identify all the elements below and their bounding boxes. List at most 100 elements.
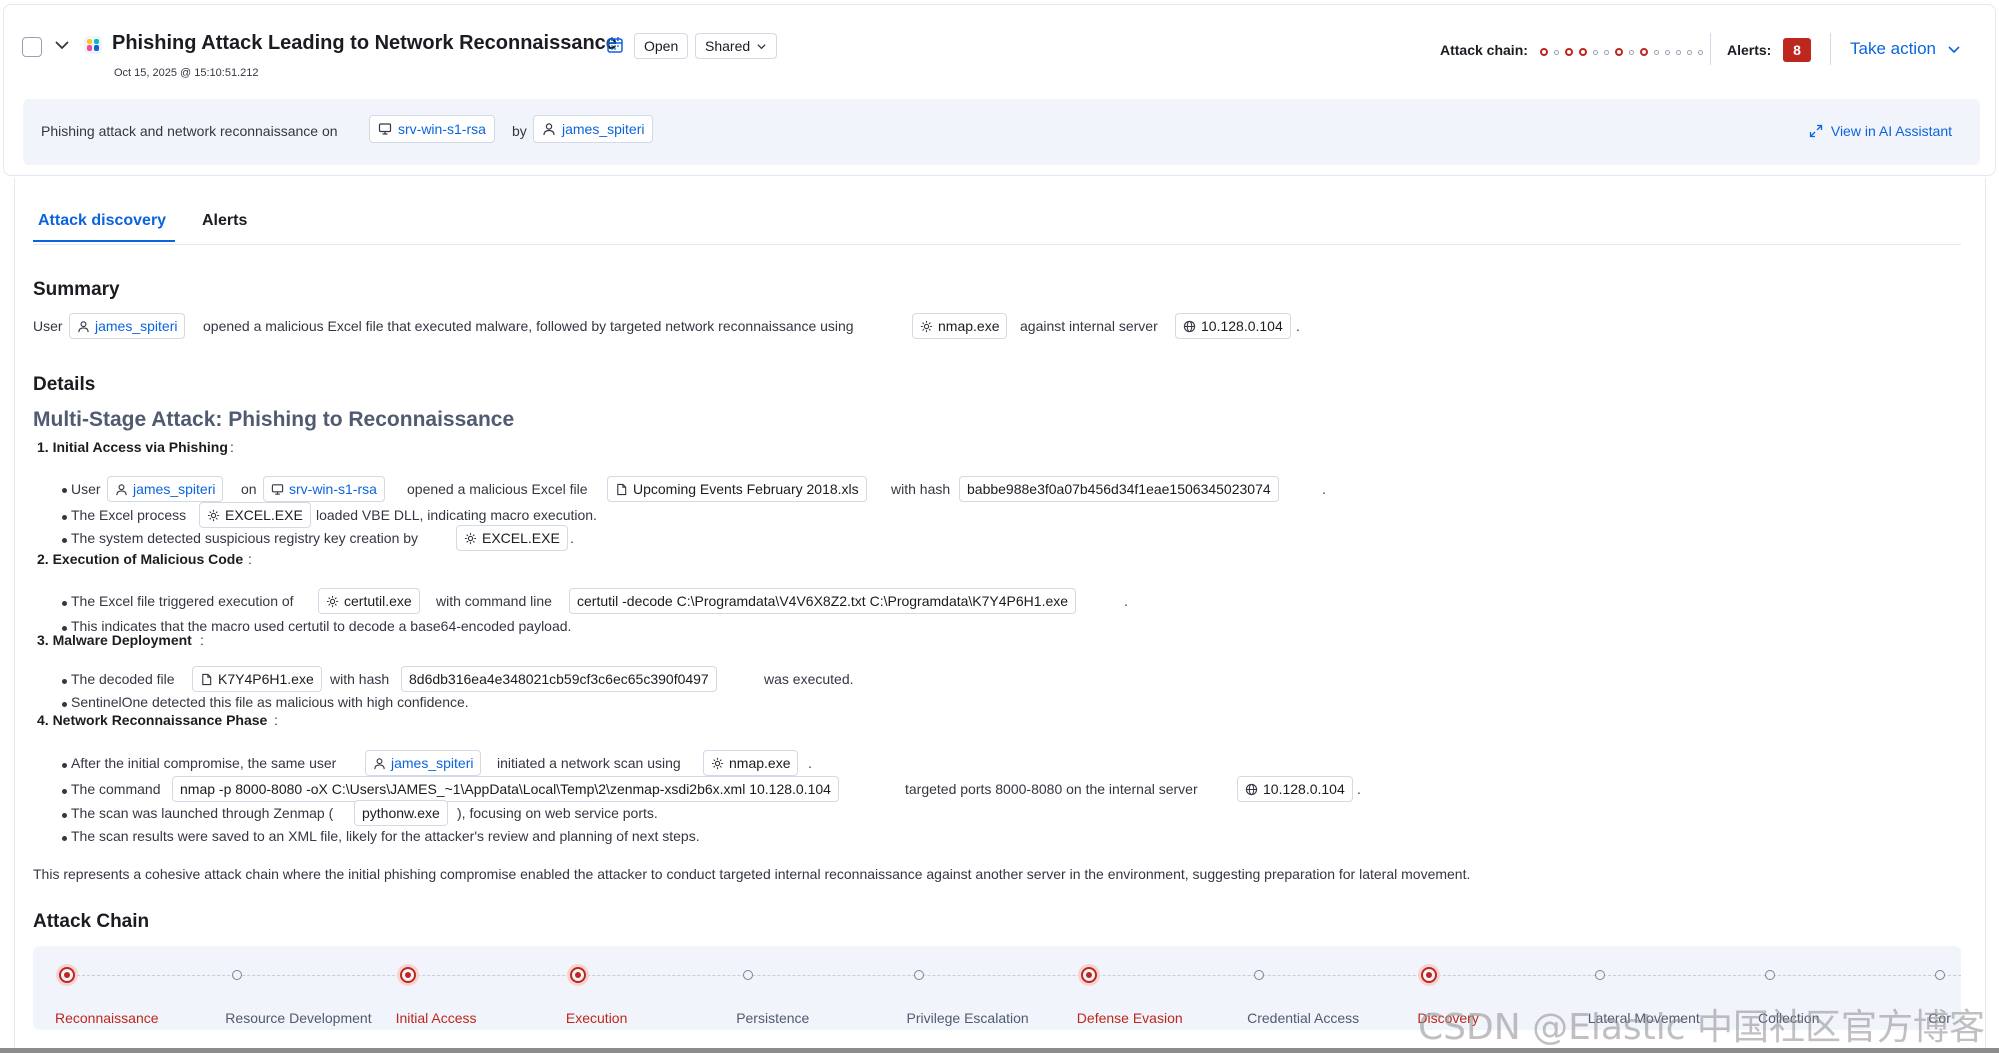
stage-detected-icon xyxy=(59,967,75,983)
section-title: 4. Network Reconnaissance Phase xyxy=(37,712,268,728)
detail-text: The Excel process xyxy=(71,507,187,523)
process-chip[interactable]: certutil.exe xyxy=(318,588,420,614)
detail-text: on xyxy=(241,481,257,497)
file-chip[interactable]: K7Y4P6H1.exe xyxy=(192,666,322,692)
bullet xyxy=(62,538,67,543)
user-icon xyxy=(543,123,555,136)
summary-strip-text: Phishing attack and network reconnaissan… xyxy=(41,123,338,139)
period: . xyxy=(1124,593,1128,609)
tab-attack-discovery[interactable]: Attack discovery xyxy=(38,212,166,230)
hash-chip[interactable]: 8d6db316ea4e348021cb59cf3c6ec65c390f0497 xyxy=(401,666,717,692)
user-name: james_spiteri xyxy=(95,318,178,334)
process-name: nmap.exe xyxy=(729,755,791,771)
bullet xyxy=(62,702,67,707)
detail-text: The decoded file xyxy=(71,671,175,687)
calendar-icon xyxy=(607,37,623,53)
tab-alerts[interactable]: Alerts xyxy=(202,212,247,230)
detail-text: User xyxy=(71,481,101,497)
summary-heading: Summary xyxy=(33,279,120,300)
view-in-ai-assistant-link[interactable]: View in AI Assistant xyxy=(1809,123,1952,139)
summary-text: . xyxy=(1296,318,1300,334)
process-name: certutil.exe xyxy=(344,593,412,609)
detail-text: was executed. xyxy=(764,671,854,687)
detail-text: targeted ports 8000-8080 on the internal… xyxy=(905,781,1198,797)
globe-icon xyxy=(1245,783,1258,795)
user-chip[interactable]: james_spiteri xyxy=(533,115,654,143)
ip-chip[interactable]: 10.128.0.104 xyxy=(1237,776,1353,802)
bullet xyxy=(62,626,67,631)
select-checkbox[interactable] xyxy=(22,37,42,57)
user-icon xyxy=(374,757,385,769)
colon: : xyxy=(230,439,234,455)
section-title: 3. Malware Deployment xyxy=(37,632,192,648)
detail-text: with command line xyxy=(436,593,552,609)
host-name: srv-win-s1-rsa xyxy=(398,121,486,137)
status-open-badge[interactable]: Open xyxy=(634,33,689,59)
divider xyxy=(1710,33,1711,65)
detail-text: initiated a network scan using xyxy=(497,755,681,771)
attack-chain-marker-8 xyxy=(1629,49,1634,55)
visibility-dropdown[interactable]: Shared xyxy=(695,33,778,59)
period: . xyxy=(808,755,812,771)
user-name: james_spiteri xyxy=(133,481,216,497)
process-gear-icon xyxy=(464,532,477,544)
period: . xyxy=(1357,781,1361,797)
process-name: EXCEL.EXE xyxy=(482,530,560,546)
user-chip[interactable]: james_spiteri xyxy=(69,313,186,339)
attack-chain-marker-6 xyxy=(1604,49,1609,55)
file-chip[interactable]: Upcoming Events February 2018.xls xyxy=(607,476,867,502)
process-chip[interactable]: pythonw.exe xyxy=(354,800,448,826)
status-label: Open xyxy=(644,38,679,54)
summary-text: User xyxy=(33,318,63,334)
command-line-chip[interactable]: certutil -decode C:\Programdata\V4V6X8Z2… xyxy=(569,588,1077,614)
attack-chain-marker-10 xyxy=(1654,49,1659,55)
detail-text: opened a malicious Excel file xyxy=(407,481,588,497)
process-chip[interactable]: nmap.exe xyxy=(703,750,799,776)
attack-chain-marker-12 xyxy=(1676,49,1681,55)
alerts-label: Alerts: xyxy=(1727,42,1772,58)
user-chip[interactable]: james_spiteri xyxy=(365,750,482,776)
stage-empty-icon xyxy=(743,970,754,980)
detail-text: with hash xyxy=(330,671,390,687)
attack-chain-marker-13 xyxy=(1687,49,1692,55)
detail-text: SentinelOne detected this file as malici… xyxy=(71,694,469,710)
alerts-count-badge[interactable]: 8 xyxy=(1783,38,1811,62)
summary-strip-by: by xyxy=(512,123,527,139)
attack-chain-marker-4 xyxy=(1579,48,1587,56)
active-tab-indicator xyxy=(33,240,175,242)
tabs-divider xyxy=(33,244,1961,245)
stage-detected-icon xyxy=(399,967,416,983)
take-action-button[interactable]: Take action xyxy=(1850,39,1962,59)
hash-chip[interactable]: babbe988e3f0a07b456d34f1eae1506345023074 xyxy=(959,476,1279,502)
stage-label: Resource Development xyxy=(225,1010,372,1026)
file-name: Upcoming Events February 2018.xls xyxy=(633,481,859,497)
process-chip[interactable]: EXCEL.EXE xyxy=(199,502,311,528)
host-chip[interactable]: srv-win-s1-rsa xyxy=(263,476,385,502)
attack-chain-marker-3 xyxy=(1565,48,1573,56)
attack-chain-mini-indicator[interactable] xyxy=(1540,45,1703,59)
user-chip[interactable]: james_spiteri xyxy=(107,476,224,502)
process-chip[interactable]: EXCEL.EXE xyxy=(456,525,568,551)
process-name: EXCEL.EXE xyxy=(225,507,303,523)
bullet xyxy=(62,488,67,493)
command-line-chip[interactable]: nmap -p 8000-8080 -oX C:\Users\JAMES_~1\… xyxy=(172,776,839,802)
process-gear-icon xyxy=(207,509,220,521)
chevron-down-icon[interactable] xyxy=(52,35,72,55)
summary-text: opened a malicious Excel file that execu… xyxy=(203,318,854,334)
process-name: nmap.exe xyxy=(938,318,1000,334)
user-icon xyxy=(116,483,127,495)
file-icon xyxy=(617,483,627,495)
process-gear-icon xyxy=(920,320,933,332)
attack-chain-marker-14 xyxy=(1698,49,1703,55)
attack-discovery-card: Phishing Attack Leading to Network Recon… xyxy=(3,4,1996,176)
section-title: 2. Execution of Malicious Code xyxy=(37,551,244,567)
file-name: K7Y4P6H1.exe xyxy=(218,671,314,687)
attack-chain-marker-2 xyxy=(1554,49,1559,55)
summary-text: against internal server xyxy=(1020,318,1158,334)
colon: : xyxy=(248,551,252,567)
stage-label: Initial Access xyxy=(395,1010,477,1026)
host-chip[interactable]: srv-win-s1-rsa xyxy=(369,115,495,143)
stage-label: Persistence xyxy=(736,1010,810,1026)
process-chip[interactable]: nmap.exe xyxy=(912,313,1008,339)
ip-chip[interactable]: 10.128.0.104 xyxy=(1175,313,1291,339)
